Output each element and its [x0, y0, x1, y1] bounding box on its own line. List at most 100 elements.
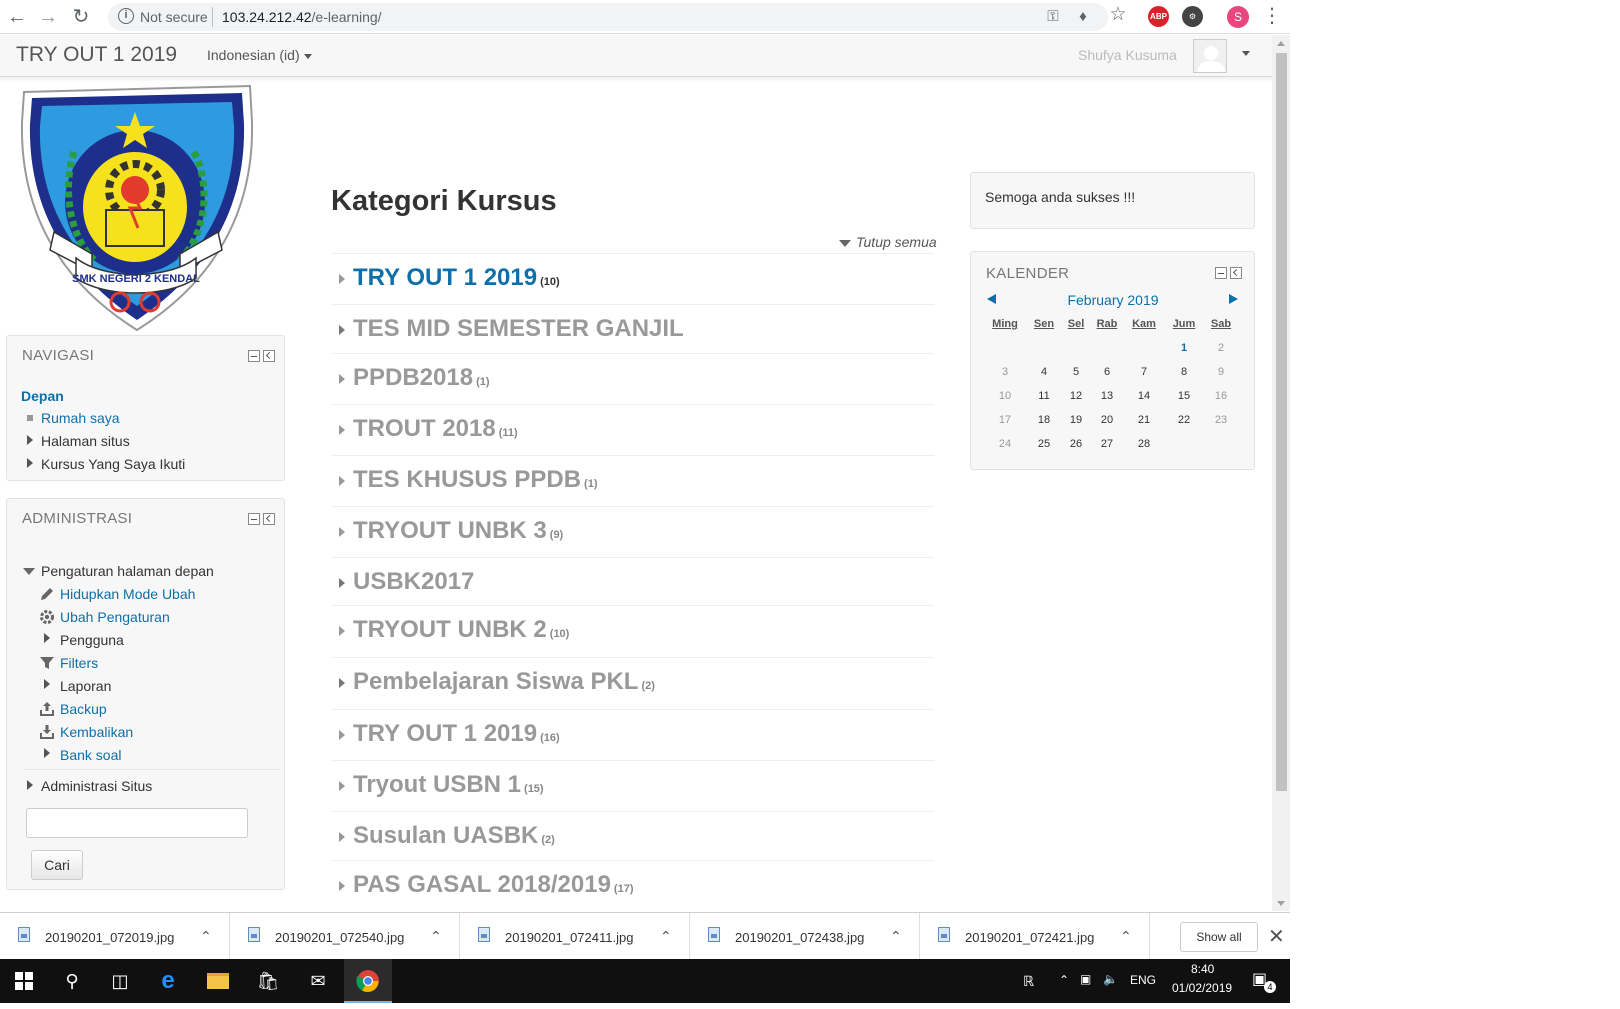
calendar-day[interactable]: 13 — [1089, 390, 1125, 402]
minimize-block-icon[interactable] — [248, 513, 260, 525]
expand-arrow-icon[interactable] — [44, 633, 50, 643]
download-item[interactable]: 20190201_072411.jpg ⌃ — [460, 913, 690, 960]
key-icon[interactable]: ⚿ — [1043, 8, 1063, 26]
category-row[interactable]: TRY OUT 1 2019 (10) — [331, 253, 934, 304]
category-row[interactable]: PPDB2018 (1) — [331, 353, 934, 404]
site-brand[interactable]: TRY OUT 1 2019 — [16, 43, 177, 67]
download-item[interactable]: 20190201_072019.jpg ⌃ — [0, 913, 230, 960]
calendar-day[interactable]: 24 — [987, 438, 1023, 450]
admin-item-edit-mode[interactable]: Hidupkan Mode Ubah — [60, 586, 195, 602]
category-row[interactable]: TROUT 2018 (11) — [331, 404, 934, 455]
back-arrow-icon[interactable]: ← — [4, 4, 30, 30]
category-row[interactable]: TES MID SEMESTER GANJIL — [331, 304, 934, 355]
chrome-menu-icon[interactable]: ⋮ — [1262, 4, 1282, 28]
download-item[interactable]: 20190201_072540.jpg ⌃ — [230, 913, 460, 960]
nav-item-halaman-situs[interactable]: Halaman situs — [41, 433, 130, 449]
category-row[interactable]: Pembelajaran Siswa PKL (2) — [331, 657, 934, 708]
calendar-day[interactable]: 17 — [987, 414, 1023, 426]
reload-icon[interactable]: ↻ — [68, 4, 94, 30]
expand-arrow-icon[interactable] — [27, 780, 33, 790]
expand-arrow-icon[interactable] — [27, 435, 33, 445]
calendar-day[interactable]: 16 — [1203, 390, 1239, 402]
expand-arrow-icon[interactable] — [339, 274, 345, 284]
category-link[interactable]: TRYOUT UNBK 3 (9) — [353, 517, 563, 545]
admin-site-administration[interactable]: Administrasi Situs — [41, 778, 152, 794]
user-menu-caret-icon[interactable] — [1242, 51, 1250, 56]
expand-arrow-icon[interactable] — [339, 626, 345, 636]
category-link[interactable]: TRYOUT UNBK 2 (10) — [353, 616, 569, 644]
calendar-day[interactable]: 27 — [1089, 438, 1125, 450]
page-scrollbar[interactable] — [1272, 35, 1290, 911]
expand-arrow-icon[interactable] — [339, 678, 345, 688]
category-row[interactable]: PAS GASAL 2018/2019 (17) — [331, 860, 934, 911]
expand-arrow-icon[interactable] — [339, 527, 345, 537]
expand-arrow-icon[interactable] — [339, 425, 345, 435]
calendar-day[interactable]: 1 — [1166, 342, 1202, 354]
address-bar[interactable]: i Not secure 103.24.212.42/e-learning/ ⚿… — [108, 3, 1127, 31]
expand-arrow-icon[interactable] — [339, 832, 345, 842]
calendar-day[interactable]: 8 — [1166, 366, 1202, 378]
category-link[interactable]: Susulan UASBK (2) — [353, 822, 555, 850]
profile-avatar[interactable]: S — [1227, 6, 1249, 28]
calendar-day[interactable]: 21 — [1126, 414, 1162, 426]
calendar-day[interactable]: 2 — [1203, 342, 1239, 354]
calendar-day[interactable]: 7 — [1126, 366, 1162, 378]
calendar-day[interactable]: 28 — [1126, 438, 1162, 450]
expand-arrow-icon[interactable] — [44, 679, 50, 689]
search-icon[interactable]: ⚲ — [48, 959, 96, 1003]
admin-item-restore[interactable]: Kembalikan — [60, 724, 133, 740]
edge-browser-icon[interactable]: e — [144, 959, 192, 1003]
dock-block-icon[interactable] — [263, 513, 275, 525]
chevron-up-icon[interactable]: ⌃ — [660, 928, 672, 945]
bookmark-star-icon[interactable]: ☆ — [1108, 5, 1128, 24]
chevron-up-icon[interactable]: ⌃ — [200, 928, 212, 945]
windows-start-icon[interactable] — [0, 959, 48, 1003]
category-link[interactable]: PAS GASAL 2018/2019 (17) — [353, 871, 633, 899]
language-menu[interactable]: Indonesian (id) — [207, 47, 312, 63]
admin-item-reports[interactable]: Laporan — [60, 678, 111, 694]
admin-item-backup[interactable]: Backup — [60, 701, 107, 717]
nav-home-link[interactable]: Depan — [21, 388, 64, 404]
expand-arrow-icon[interactable] — [339, 578, 345, 588]
expand-arrow-icon[interactable] — [339, 881, 345, 891]
category-row[interactable]: TES KHUSUS PPDB (1) — [331, 455, 934, 506]
nav-item-kursus-saya[interactable]: Kursus Yang Saya Ikuti — [41, 456, 185, 472]
calendar-day[interactable]: 25 — [1026, 438, 1062, 450]
extension-icon[interactable]: ⚙ — [1182, 6, 1203, 27]
user-name[interactable]: Shufya Kusuma — [1078, 47, 1177, 63]
category-row[interactable]: USBK2017 — [331, 557, 934, 608]
volume-icon[interactable]: 🔈 — [1103, 972, 1118, 986]
minimize-block-icon[interactable] — [1215, 267, 1227, 279]
download-item[interactable]: 20190201_072421.jpg ⌃ — [920, 913, 1150, 960]
clock-date[interactable]: 01/02/2019 — [1172, 981, 1232, 995]
category-row[interactable]: Susulan UASBK (2) — [331, 811, 934, 862]
category-link[interactable]: TES MID SEMESTER GANJIL — [353, 315, 687, 343]
category-row[interactable]: TRYOUT UNBK 3 (9) — [331, 506, 934, 557]
tray-chevron-icon[interactable]: ⌃ — [1059, 973, 1069, 987]
admin-item-question-bank[interactable]: Bank soal — [60, 747, 121, 763]
category-link[interactable]: TROUT 2018 (11) — [353, 415, 518, 443]
admin-item-users[interactable]: Pengguna — [60, 632, 124, 648]
scroll-down-icon[interactable] — [1277, 901, 1285, 906]
calendar-day[interactable]: 10 — [987, 390, 1023, 402]
download-item[interactable]: 20190201_072438.jpg ⌃ — [690, 913, 920, 960]
scroll-up-icon[interactable] — [1277, 41, 1285, 46]
calendar-day[interactable]: 20 — [1089, 414, 1125, 426]
mail-icon[interactable]: ✉ — [294, 959, 342, 1003]
expand-arrow-icon[interactable] — [339, 476, 345, 486]
category-row[interactable]: Tryout USBN 1 (15) — [331, 760, 934, 811]
close-icon[interactable]: ✕ — [1268, 924, 1285, 949]
category-row[interactable]: TRYOUT UNBK 2 (10) — [331, 605, 934, 656]
chevron-up-icon[interactable]: ⌃ — [1120, 928, 1132, 945]
expand-arrow-icon[interactable] — [44, 748, 50, 758]
search-button[interactable]: Cari — [31, 850, 83, 880]
calendar-day[interactable]: 4 — [1026, 366, 1062, 378]
category-link[interactable]: Tryout USBN 1 (15) — [353, 771, 544, 799]
category-link[interactable]: TES KHUSUS PPDB (1) — [353, 466, 598, 494]
chevron-up-icon[interactable]: ⌃ — [890, 928, 902, 945]
next-month-icon[interactable] — [1229, 294, 1238, 304]
chrome-taskbar-icon[interactable] — [344, 959, 392, 1003]
category-link[interactable]: TRY OUT 1 2019 (16) — [353, 720, 560, 748]
calendar-day[interactable]: 18 — [1026, 414, 1062, 426]
input-language[interactable]: ENG — [1130, 973, 1156, 987]
